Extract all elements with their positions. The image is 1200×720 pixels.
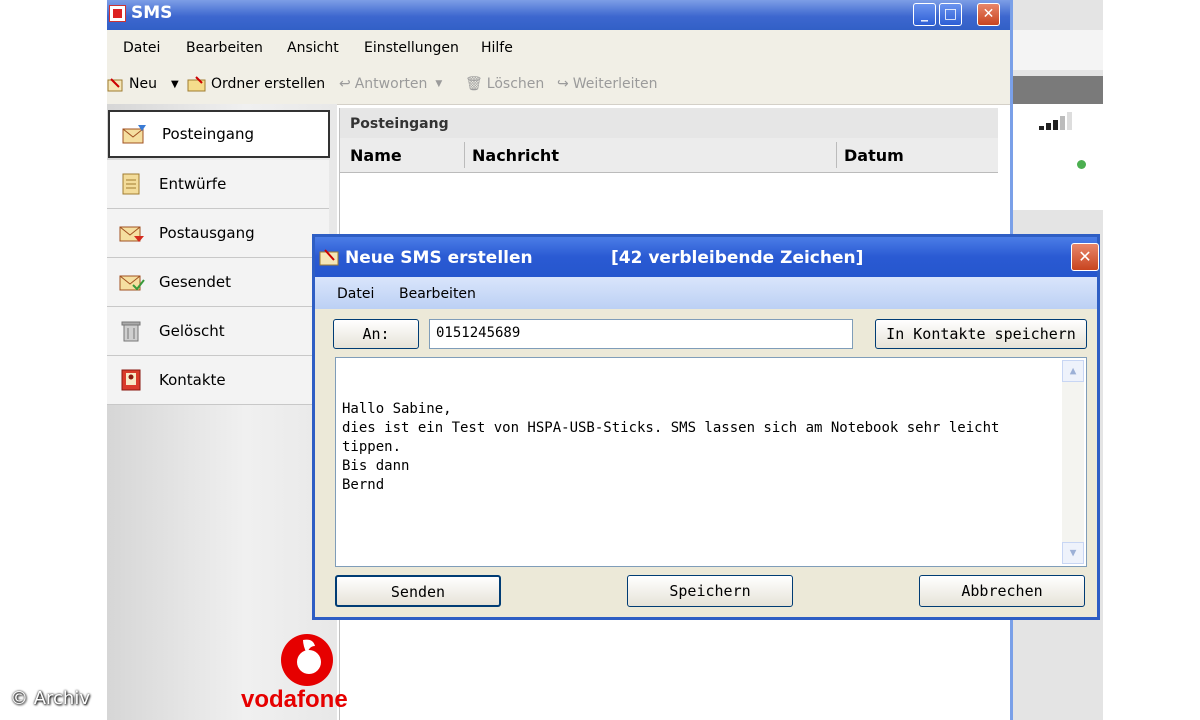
copyright-watermark: © Archiv	[10, 688, 90, 709]
create-folder-button[interactable]: Ordner erstellen	[187, 76, 325, 92]
close-button[interactable]: ✕	[977, 3, 1000, 26]
trash-icon	[121, 321, 141, 342]
sidebar-item-label: Posteingang	[162, 125, 255, 143]
menu-einstellungen[interactable]: Einstellungen	[364, 40, 459, 56]
new-sms-dialog: Neue SMS erstellen [42 verbleibende Zeic…	[312, 234, 1100, 620]
menu-hilfe[interactable]: Hilfe	[481, 40, 513, 56]
folder-icon	[187, 76, 206, 92]
signal-strength-icon	[1039, 112, 1072, 130]
sidebar-item-label: Kontakte	[159, 371, 226, 389]
recipient-input[interactable]: 0151245689	[429, 319, 853, 349]
remaining-chars: [42 verbleibende Zeichen]	[611, 248, 864, 268]
send-button[interactable]: Senden	[335, 575, 501, 607]
reply-label: Antworten	[354, 76, 428, 92]
minimize-button[interactable]: _	[913, 3, 936, 26]
maximize-button[interactable]: □	[939, 3, 962, 26]
new-button[interactable]: Neu ▼	[107, 76, 179, 92]
column-headers: Name Nachricht Datum	[340, 138, 998, 173]
forward-icon: ↪	[557, 76, 569, 92]
reply-icon: ↩	[339, 76, 351, 92]
trash-small-icon: 🗑	[465, 76, 483, 92]
scroll-down-icon[interactable]: ▼	[1062, 542, 1084, 564]
scroll-up-icon[interactable]: ▲	[1062, 360, 1084, 382]
sidebar-item-label: Postausgang	[159, 224, 255, 242]
vodafone-logo: vodafone	[237, 632, 377, 720]
sidebar-item-kontakte[interactable]: Kontakte	[107, 356, 329, 405]
list-header: Posteingang	[340, 108, 998, 138]
brand-name: vodafone	[241, 686, 348, 713]
folder-sidebar: Posteingang Entwürfe Postausgang Gesende…	[107, 104, 337, 720]
create-folder-label: Ordner erstellen	[211, 76, 326, 92]
column-name[interactable]: Name	[350, 146, 402, 165]
drafts-icon	[122, 173, 140, 195]
dropdown-arrow-icon[interactable]: ▼	[171, 79, 179, 90]
sidebar-item-entwuerfe[interactable]: Entwürfe	[107, 160, 329, 209]
window-title: SMS	[131, 3, 173, 23]
dialog-close-button[interactable]: ✕	[1071, 243, 1099, 271]
menu-bearbeiten[interactable]: Bearbeiten	[186, 40, 263, 56]
reply-dropdown-icon[interactable]: ▼	[435, 79, 442, 89]
contacts-icon	[121, 369, 141, 391]
new-label: Neu	[129, 76, 157, 92]
vodafone-speechmark-icon	[281, 634, 333, 686]
sent-icon	[119, 275, 145, 291]
new-message-icon	[107, 78, 123, 92]
menu-bar: Datei Bearbeiten Ansicht Einstellungen H…	[107, 30, 1010, 64]
reply-button[interactable]: ↩ Antworten ▼	[339, 76, 442, 92]
column-divider[interactable]	[836, 142, 837, 168]
menu-datei[interactable]: Datei	[123, 40, 160, 56]
cancel-button[interactable]: Abbrechen	[919, 575, 1085, 607]
sidebar-item-label: Gesendet	[159, 273, 232, 291]
forward-label: Weiterleiten	[572, 76, 658, 92]
new-message-icon	[319, 249, 339, 266]
sidebar-item-postausgang[interactable]: Postausgang	[107, 209, 329, 258]
sidebar-item-posteingang[interactable]: Posteingang	[108, 110, 330, 158]
toolbar: Neu ▼ Ordner erstellen ↩ Antworten ▼ 🗑 L…	[107, 64, 1010, 105]
message-textarea[interactable]: Hallo Sabine, dies ist ein Test von HSPA…	[335, 357, 1087, 567]
status-dot	[1077, 160, 1086, 169]
column-datum[interactable]: Datum	[844, 146, 904, 165]
save-to-contacts-button[interactable]: In Kontakte speichern	[875, 319, 1087, 349]
bg-header	[1013, 76, 1103, 104]
sidebar-item-label: Entwürfe	[159, 175, 227, 193]
message-text: Hallo Sabine, dies ist ein Test von HSPA…	[342, 401, 1000, 493]
bg-toolbar	[1013, 30, 1103, 70]
sidebar-item-geloescht[interactable]: Gelöscht	[107, 307, 329, 356]
column-divider[interactable]	[464, 142, 465, 168]
delete-label: Löschen	[486, 76, 545, 92]
app-icon	[109, 5, 126, 22]
column-nachricht[interactable]: Nachricht	[472, 146, 559, 165]
save-button[interactable]: Speichern	[627, 575, 793, 607]
inbox-icon	[122, 125, 146, 144]
forward-button[interactable]: ↪ Weiterleiten	[557, 76, 658, 92]
recipient-button[interactable]: An:	[333, 319, 419, 349]
title-bar[interactable]: SMS _ □ ✕	[107, 0, 1010, 30]
dialog-menu-datei[interactable]: Datei	[337, 286, 374, 302]
sidebar-item-gesendet[interactable]: Gesendet	[107, 258, 329, 307]
dialog-menu-bar: Datei Bearbeiten	[315, 277, 1097, 309]
bg-status-area	[1013, 104, 1103, 210]
outbox-icon	[119, 226, 144, 242]
delete-button[interactable]: 🗑 Löschen	[465, 76, 544, 92]
message-scrollbar[interactable]: ▲ ▼	[1062, 360, 1084, 564]
menu-ansicht[interactable]: Ansicht	[287, 40, 339, 56]
dialog-menu-bearbeiten[interactable]: Bearbeiten	[399, 286, 476, 302]
dialog-title-bar[interactable]: Neue SMS erstellen [42 verbleibende Zeic…	[315, 237, 1099, 277]
dialog-title: Neue SMS erstellen	[345, 248, 533, 268]
sidebar-item-label: Gelöscht	[159, 322, 225, 340]
list-header-title: Posteingang	[350, 116, 449, 132]
